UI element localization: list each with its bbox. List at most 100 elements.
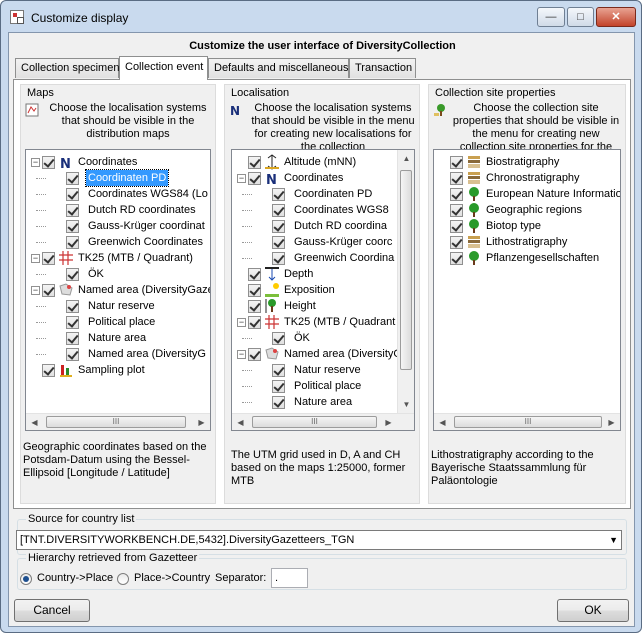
localisation-tree-node[interactable]: Natur reserve	[232, 362, 414, 378]
scroll-left-arrow[interactable]: ◀	[434, 414, 451, 430]
maps-tree-node[interactable]: − N Coordinates	[26, 154, 210, 172]
scroll-up-arrow[interactable]: ▲	[398, 150, 414, 167]
chevron-down-icon[interactable]: ▼	[609, 531, 618, 549]
scroll-right-arrow[interactable]: ▶	[193, 414, 210, 430]
collapse-toggle-icon[interactable]: −	[237, 350, 246, 359]
tab-collection-event[interactable]: Collection event	[119, 56, 208, 80]
localisation-tree-node[interactable]: − N Coordinates	[232, 170, 414, 188]
checkbox[interactable]	[66, 332, 79, 345]
localisation-tree-node[interactable]: − Named area (DiversityG	[232, 346, 414, 362]
country-place-radio[interactable]	[20, 573, 32, 585]
scroll-right-arrow[interactable]: ▶	[603, 414, 620, 430]
checkbox[interactable]	[248, 172, 261, 185]
checkbox[interactable]	[450, 204, 463, 217]
place-country-label[interactable]: Place->Country	[134, 572, 210, 584]
localisation-tree-node[interactable]: Height	[232, 298, 414, 314]
site-tree-node[interactable]: Biostratigraphy	[434, 154, 620, 170]
minimize-button[interactable]: —	[537, 7, 565, 27]
localisation-tree-node[interactable]: ÖK	[232, 330, 414, 346]
cancel-button[interactable]: Cancel	[14, 599, 90, 622]
checkbox[interactable]	[450, 188, 463, 201]
horizontal-scroll-thumb[interactable]: III	[46, 416, 186, 428]
checkbox[interactable]	[66, 316, 79, 329]
localisation-tree-node[interactable]: Nature area	[232, 394, 414, 410]
checkbox[interactable]	[248, 316, 261, 329]
localisation-tree-node[interactable]: Gauss-Krüger coorc	[232, 234, 414, 250]
site-tree-node[interactable]: Pflanzengesellschaften	[434, 250, 620, 266]
checkbox[interactable]	[272, 396, 285, 409]
close-button[interactable]: ✕	[596, 7, 636, 27]
checkbox[interactable]	[450, 252, 463, 265]
checkbox[interactable]	[272, 380, 285, 393]
maps-horizontal-scrollbar[interactable]: ◀ III ▶	[26, 413, 210, 430]
maps-tree-node[interactable]: ÖK	[26, 266, 210, 282]
checkbox[interactable]	[66, 204, 79, 217]
site-tree-node[interactable]: Lithostratigraphy	[434, 234, 620, 250]
collapse-toggle-icon[interactable]: −	[237, 318, 246, 327]
site-tree-node[interactable]: Biotop type	[434, 218, 620, 234]
title-bar[interactable]: Customize display — □ ✕	[1, 1, 641, 33]
tab-defaults-and-miscellaneous[interactable]: Defaults and miscellaneous	[208, 58, 349, 78]
country-place-label[interactable]: Country->Place	[37, 572, 113, 584]
localisation-tree-node[interactable]: Altitude (mNN)	[232, 154, 414, 170]
localisation-tree-node[interactable]: Exposition	[232, 282, 414, 298]
checkbox[interactable]	[450, 172, 463, 185]
site-tree-node[interactable]: European Nature Information Sy	[434, 186, 620, 202]
checkbox[interactable]	[42, 156, 55, 169]
localisation-horizontal-scrollbar[interactable]: ◀ III ▶	[232, 413, 414, 430]
maps-tree-node[interactable]: Coordinates WGS84 (Lo	[26, 186, 210, 202]
site-tree-node[interactable]: Chronostratigraphy	[434, 170, 620, 186]
checkbox[interactable]	[272, 204, 285, 217]
localisation-vertical-scrollbar[interactable]: ▲ ▼	[397, 150, 414, 413]
tab-collection-specimen[interactable]: Collection specimen	[15, 58, 119, 78]
maps-tree-node[interactable]: Gauss-Krüger coordinat	[26, 218, 210, 234]
maps-tree-node[interactable]: − Named area (DiversityGaze	[26, 282, 210, 298]
checkbox[interactable]	[248, 284, 261, 297]
checkbox[interactable]	[42, 364, 55, 377]
checkbox[interactable]	[66, 220, 79, 233]
vertical-scroll-thumb[interactable]	[400, 170, 412, 370]
collapse-toggle-icon[interactable]: −	[31, 254, 40, 263]
localisation-tree-node[interactable]: Coordinates WGS8	[232, 202, 414, 218]
horizontal-scroll-thumb[interactable]: III	[252, 416, 377, 428]
localisation-tree-node[interactable]: − TK25 (MTB / Quadrant	[232, 314, 414, 330]
localisation-tree-node[interactable]: Greenwich Coordina	[232, 250, 414, 266]
scroll-right-arrow[interactable]: ▶	[380, 414, 397, 430]
maps-tree-node[interactable]: Dutch RD coordinates	[26, 202, 210, 218]
maximize-button[interactable]: □	[567, 7, 594, 27]
checkbox[interactable]	[248, 268, 261, 281]
ok-button[interactable]: OK	[557, 599, 629, 622]
checkbox[interactable]	[272, 220, 285, 233]
checkbox[interactable]	[66, 236, 79, 249]
checkbox[interactable]	[66, 300, 79, 313]
maps-tree-node[interactable]: Sampling plot	[26, 362, 210, 378]
maps-tree-node[interactable]: Coordinaten PD	[26, 169, 210, 187]
checkbox[interactable]	[450, 156, 463, 169]
checkbox[interactable]	[248, 300, 261, 313]
scroll-down-arrow[interactable]: ▼	[398, 396, 414, 413]
checkbox[interactable]	[272, 332, 285, 345]
maps-tree-node[interactable]: Nature area	[26, 330, 210, 346]
checkbox[interactable]	[272, 236, 285, 249]
checkbox[interactable]	[272, 364, 285, 377]
checkbox[interactable]	[66, 268, 79, 281]
maps-tree-node[interactable]: Named area (DiversityG	[26, 346, 210, 362]
collapse-toggle-icon[interactable]: −	[31, 158, 40, 167]
checkbox[interactable]	[42, 252, 55, 265]
checkbox[interactable]	[272, 252, 285, 265]
maps-tree-node[interactable]: Greenwich Coordinates	[26, 234, 210, 250]
separator-input[interactable]: .	[271, 568, 308, 588]
horizontal-scroll-thumb[interactable]: III	[454, 416, 602, 428]
collapse-toggle-icon[interactable]: −	[237, 174, 246, 183]
checkbox[interactable]	[450, 220, 463, 233]
checkbox[interactable]	[248, 156, 261, 169]
checkbox[interactable]	[66, 172, 79, 185]
collapse-toggle-icon[interactable]: −	[31, 286, 40, 295]
tab-transaction[interactable]: Transaction	[349, 58, 416, 78]
checkbox[interactable]	[248, 348, 261, 361]
scroll-left-arrow[interactable]: ◀	[232, 414, 249, 430]
place-country-radio[interactable]	[117, 573, 129, 585]
site-tree-node[interactable]: Geographic regions	[434, 202, 620, 218]
checkbox[interactable]	[272, 188, 285, 201]
checkbox[interactable]	[66, 348, 79, 361]
